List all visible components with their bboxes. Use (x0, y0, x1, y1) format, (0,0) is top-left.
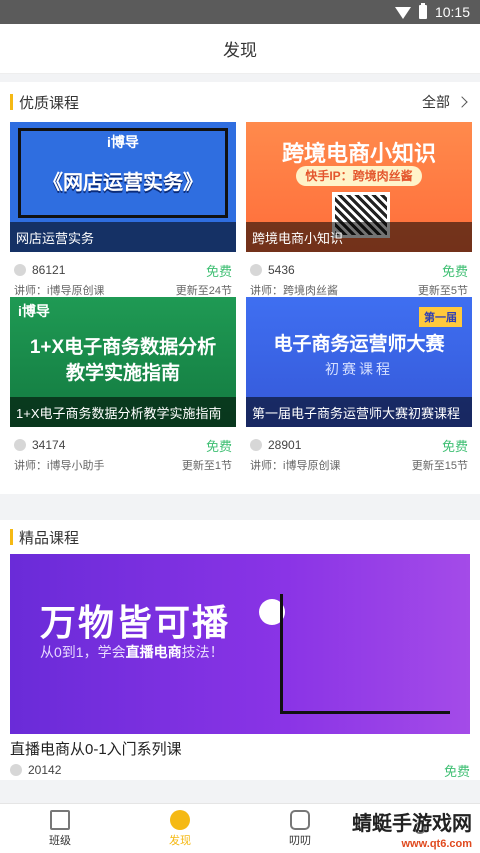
tab-label: 班级 (49, 834, 71, 847)
price-badge: 免费 (205, 263, 232, 279)
premium-section-title: 优质课程 (10, 92, 79, 113)
featured-courses-section: 精品课程 万物皆可播 从0到1，学会直播电商技法！ 直播电商从0-1入门系列课 … (0, 520, 480, 780)
watermark-line1: 蜻蜓手游戏网 (352, 813, 472, 835)
view-count: 86121 (14, 263, 65, 277)
brand-logo: i博导 (107, 134, 139, 150)
tab-label: 发现 (169, 834, 191, 847)
chat-icon (290, 809, 310, 830)
thumbnail-subtitle: 初赛课程 (325, 361, 393, 377)
teacher-name: 讲师：跨境肉丝酱 (250, 285, 338, 297)
battery-icon (418, 3, 427, 19)
banner-title: 万物皆可播 (40, 602, 231, 643)
thumbnail-pill: 快手IP：跨境肉丝酱 (296, 166, 422, 186)
course-caption: 1+X电子商务数据分析教学实施指南 (10, 397, 236, 427)
compass-icon (170, 809, 190, 830)
update-status: 更新至15节 (411, 460, 468, 472)
tab-label: 叨叨 (289, 834, 311, 847)
eye-icon (250, 439, 262, 451)
course-caption: 跨境电商小知识 (246, 222, 472, 252)
tab-discover[interactable]: 发现 (120, 804, 240, 853)
thumbnail-title: 《网店运营实务》 (43, 172, 203, 194)
thumbnail-title: 跨境电商小知识 (281, 141, 436, 166)
brand-logo: i博导 (18, 303, 50, 319)
view-count: 28901 (250, 438, 301, 452)
premium-section-header: 优质课程 全部 (0, 82, 480, 122)
watermark-line2: www.qt6.com (401, 838, 473, 850)
price-badge: 免费 (441, 263, 468, 279)
banner-subtitle: 从0到1，学会直播电商技法！ (40, 644, 224, 660)
course-thumbnail[interactable]: i博导 1+X电子商务数据分析 教学实施指南 1+X电子商务数据分析教学实施指南 (10, 297, 236, 427)
update-status: 更新至1节 (181, 460, 232, 472)
status-time: 10:15 (434, 4, 470, 20)
thumbnail-title: 1+X电子商务数据分析 教学实施指南 (29, 337, 217, 384)
featured-course-title[interactable]: 直播电商从0-1入门系列课 (0, 734, 480, 758)
course-thumbnail[interactable]: i博导 《网店运营实务》 网店运营实务 (10, 122, 236, 252)
view-count: 20142 (10, 763, 61, 777)
eye-icon (14, 264, 26, 276)
course-card[interactable]: 跨境电商小知识 快手IP：跨境肉丝酱 跨境电商小知识 5436 免费 讲师：跨境… (246, 122, 472, 297)
course-grid: i博导 《网店运营实务》 网店运营实务 86121 免费 讲师：i博导原创课 更… (0, 122, 480, 472)
eye-icon (250, 264, 262, 276)
teacher-name: 讲师：i博导小助手 (14, 460, 105, 472)
course-card[interactable]: i博导 1+X电子商务数据分析 教学实施指南 1+X电子商务数据分析教学实施指南… (10, 297, 236, 472)
site-watermark: 蜻蜓手游戏网 www.qt6.com (340, 814, 472, 850)
update-status: 更新至5节 (417, 285, 468, 297)
streaming-desk-illustration (280, 594, 450, 714)
update-status: 更新至24节 (175, 285, 232, 297)
thumbnail-title: 电子商务运营师大赛 (273, 334, 445, 355)
price-badge: 免费 (441, 438, 468, 454)
featured-section-title: 精品课程 (10, 527, 79, 548)
course-card[interactable]: i博导 《网店运营实务》 网店运营实务 86121 免费 讲师：i博导原创课 更… (10, 122, 236, 297)
course-card[interactable]: 第一届 电子商务运营师大赛 初赛课程 第一届电子商务运营师大赛初赛课程 2890… (246, 297, 472, 472)
eye-icon (10, 764, 22, 776)
chevron-right-icon (456, 96, 468, 108)
tab-class[interactable]: 班级 (0, 804, 120, 853)
price-badge: 免费 (205, 438, 232, 454)
price-badge: 免费 (443, 763, 470, 779)
view-count: 34174 (14, 438, 65, 452)
course-thumbnail[interactable]: 第一届 电子商务运营师大赛 初赛课程 第一届电子商务运营师大赛初赛课程 (246, 297, 472, 427)
premium-courses-section: 优质课程 全部 i博导 《网店运营实务》 网店运营实务 86121 免费 讲师：… (0, 82, 480, 494)
view-all-button[interactable]: 全部 (422, 92, 468, 112)
teacher-name: 讲师：i博导原创课 (14, 285, 105, 297)
status-bar: 10:15 (0, 0, 480, 24)
wifi-icon (394, 7, 411, 19)
course-caption: 网店运营实务 (10, 222, 236, 252)
book-icon (50, 809, 70, 830)
teacher-name: 讲师：i博导原创课 (250, 460, 341, 472)
edition-badge: 第一届 (419, 307, 462, 327)
page-title: 发现 (0, 24, 480, 74)
course-caption: 第一届电子商务运营师大赛初赛课程 (246, 397, 472, 427)
course-thumbnail[interactable]: 跨境电商小知识 快手IP：跨境肉丝酱 跨境电商小知识 (246, 122, 472, 252)
view-all-label: 全部 (422, 94, 450, 110)
featured-course-banner[interactable]: 万物皆可播 从0到1，学会直播电商技法！ (10, 554, 470, 734)
featured-section-header: 精品课程 (0, 520, 480, 554)
eye-icon (14, 439, 26, 451)
view-count: 5436 (250, 263, 295, 277)
